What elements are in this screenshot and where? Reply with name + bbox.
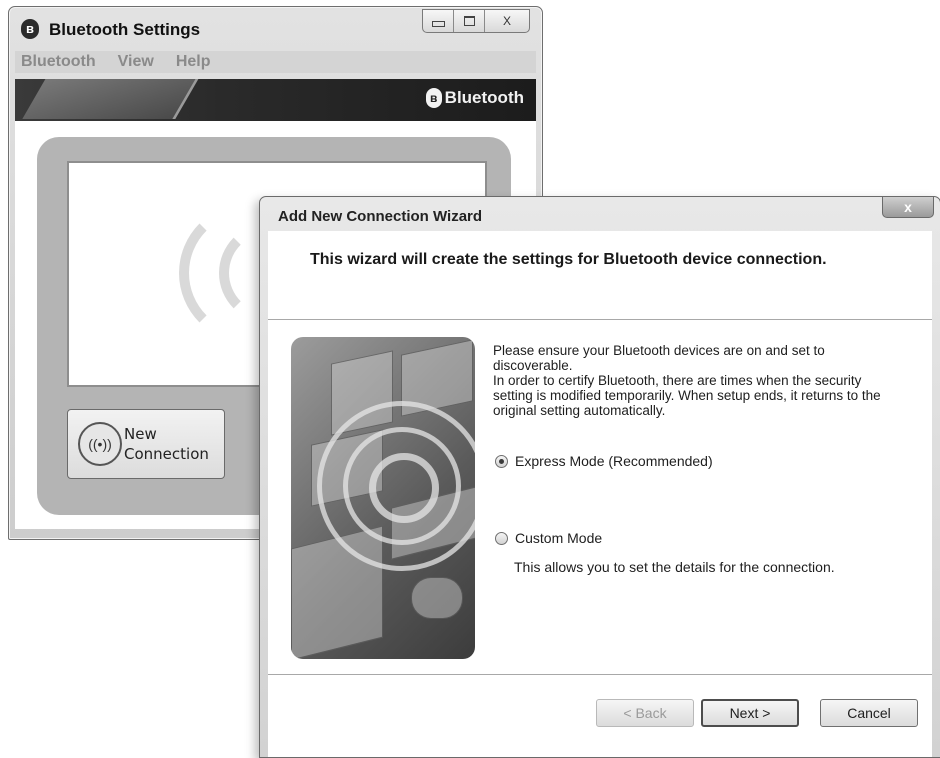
wizard-heading: This wizard will create the settings for…: [310, 251, 827, 268]
bluetooth-icon: ʙ: [21, 19, 39, 39]
cancel-button[interactable]: Cancel: [820, 699, 918, 727]
divider: [268, 319, 932, 320]
description-line1: Please ensure your Bluetooth devices are…: [493, 343, 825, 373]
minimize-icon: [431, 21, 445, 27]
custom-mode-description: This allows you to set the details for t…: [514, 559, 835, 575]
signal-ring-icon: [369, 453, 439, 523]
bt-window-title: Bluetooth Settings: [49, 20, 201, 39]
devices-illustration: [291, 337, 475, 659]
close-icon: x: [904, 199, 912, 215]
wizard-description: Please ensure your Bluetooth devices are…: [493, 343, 903, 418]
caption-buttons: X: [422, 9, 530, 33]
new-connection-label-line2: Connection: [124, 445, 209, 463]
description-line2: In order to certify Bluetooth, there are…: [493, 373, 881, 418]
laptop-graphic: [22, 79, 201, 119]
new-connection-button[interactable]: ((•)) New Connection: [67, 409, 225, 479]
menu-help[interactable]: Help: [176, 51, 211, 73]
bluetooth-logo-icon: ʙ: [425, 88, 442, 108]
close-button[interactable]: X: [484, 10, 529, 32]
custom-mode-label[interactable]: Custom Mode: [515, 530, 602, 546]
maximize-icon: [463, 16, 475, 26]
bluetooth-logo: ʙ Bluetooth: [425, 88, 524, 108]
wizard-body: This wizard will create the settings for…: [268, 231, 932, 757]
next-button[interactable]: Next >: [701, 699, 799, 727]
new-connection-label: New Connection: [124, 424, 209, 464]
express-mode-label[interactable]: Express Mode (Recommended): [515, 453, 713, 469]
menu-bar: Bluetooth View Help: [15, 51, 536, 73]
custom-mode-radio[interactable]: [495, 531, 508, 545]
back-button[interactable]: < Back: [596, 699, 694, 727]
wizard-title: Add New Connection Wizard: [278, 208, 483, 225]
bt-title-bar[interactable]: ʙ Bluetooth Settings X: [9, 7, 542, 47]
custom-mode-option[interactable]: Custom Mode: [495, 530, 602, 546]
menu-view[interactable]: View: [118, 51, 154, 73]
bluetooth-banner: ʙ Bluetooth: [15, 79, 536, 121]
new-connection-label-line1: New: [124, 425, 157, 443]
bluetooth-logo-text: Bluetooth: [444, 88, 524, 107]
maximize-button[interactable]: [453, 10, 484, 32]
new-connection-icon: ((•)): [78, 422, 122, 466]
express-mode-radio[interactable]: [495, 454, 508, 468]
wizard-close-button[interactable]: x: [882, 197, 934, 218]
minimize-button[interactable]: [423, 10, 453, 32]
close-icon: X: [502, 14, 511, 28]
wizard-title-bar[interactable]: Add New Connection Wizard x: [260, 197, 940, 229]
menu-bluetooth[interactable]: Bluetooth: [21, 51, 96, 73]
add-connection-wizard: Add New Connection Wizard x This wizard …: [259, 196, 940, 758]
express-mode-option[interactable]: Express Mode (Recommended): [495, 453, 713, 469]
divider: [268, 674, 932, 675]
mouse-device-graphic: [411, 577, 463, 619]
wizard-header: This wizard will create the settings for…: [268, 231, 932, 319]
